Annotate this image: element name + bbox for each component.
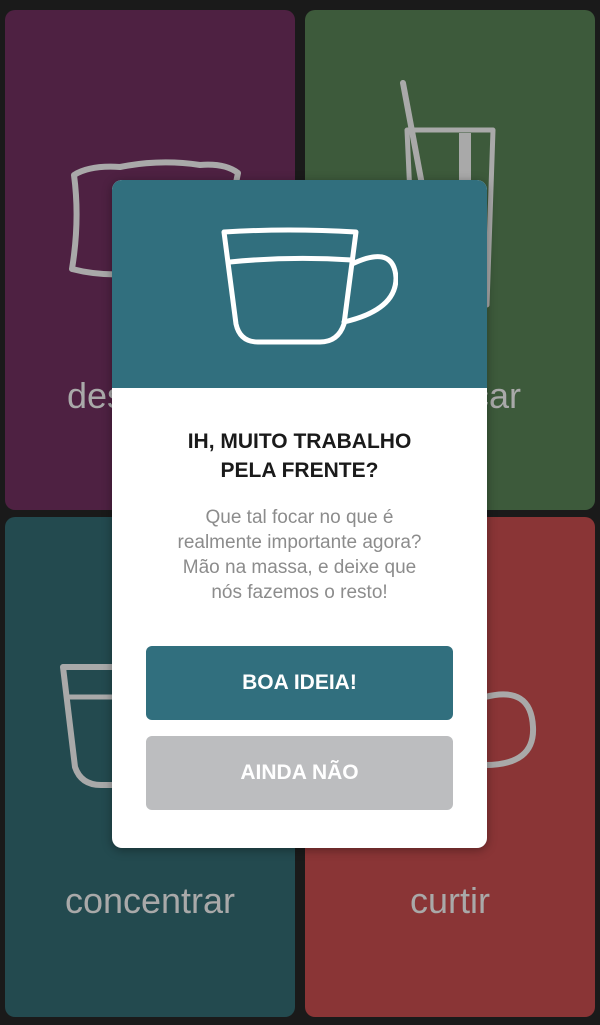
modal-message: Que tal focar no que é realmente importa… — [142, 505, 457, 605]
confirm-button[interactable]: BOA IDEIA! — [146, 646, 453, 720]
modal-title: IH, MUITO TRABALHO PELA FRENTE? — [132, 427, 467, 485]
modal-message-line: nós fazemos o resto! — [211, 582, 388, 603]
tile-label-concentrar: concentrar — [64, 880, 236, 921]
tile-label-curtir: curtir — [410, 880, 490, 921]
dismiss-button[interactable]: AINDA NÃO — [146, 736, 453, 810]
modal-message-line: Que tal focar no que é — [205, 507, 394, 528]
modal-header — [112, 180, 487, 388]
modal-dialog: IH, MUITO TRABALHO PELA FRENTE? Que tal … — [112, 180, 487, 848]
modal-message-line: realmente importante agora? — [177, 532, 422, 553]
modal-title-line: PELA FRENTE? — [220, 459, 379, 482]
modal-title-line: IH, MUITO TRABALHO — [187, 430, 412, 453]
modal-message-line: Mão na massa, e deixe que — [182, 557, 417, 578]
coffee-cup-icon — [221, 227, 398, 345]
